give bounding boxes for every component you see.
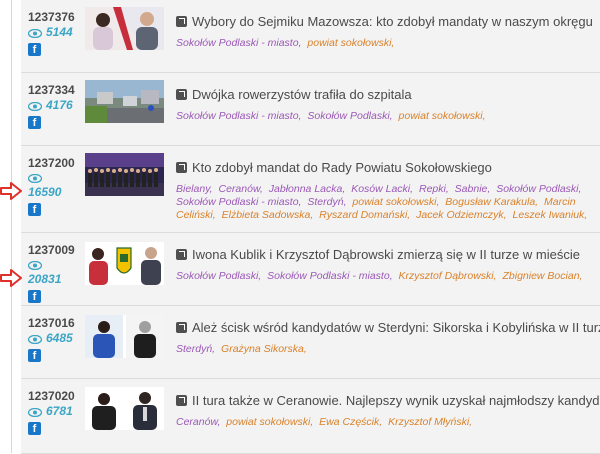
eye-icon — [28, 28, 42, 38]
view-count: 6781 — [46, 404, 73, 418]
article-id: 1237016 — [28, 316, 75, 330]
article-title: Kto zdobył mandat do Rady Powiatu Sokoło… — [192, 160, 492, 175]
external-link-icon — [176, 16, 187, 27]
facebook-share-button[interactable]: f — [28, 290, 41, 303]
article-id: 1237334 — [28, 83, 75, 97]
eye-icon — [28, 334, 42, 344]
article-row: 1237020 6781 f II tura także w Ceranowie… — [21, 379, 600, 454]
article-title: Ależ ścisk wśród kandydatów w Sterdyni: … — [192, 320, 600, 335]
facebook-share-button[interactable]: f — [28, 203, 41, 216]
eye-icon — [28, 101, 42, 111]
view-count: 4176 — [46, 98, 73, 112]
article-title-link[interactable]: Iwona Kublik i Krzysztof Dąbrowski zmier… — [176, 247, 596, 263]
tag-link[interactable]: Jabłonna Lacka, — [269, 183, 345, 195]
article-title-link[interactable]: II tura także w Ceranowie. Najlepszy wyn… — [176, 393, 600, 409]
tag-link[interactable]: Sokołów Podlaski, — [496, 183, 581, 195]
facebook-share-button[interactable]: f — [28, 349, 41, 362]
tag-link[interactable]: powiat sokołowski, — [352, 196, 439, 208]
left-divider — [11, 0, 12, 453]
article-id: 1237200 — [28, 156, 75, 170]
tag-link[interactable]: Krzysztof Dąbrowski, — [399, 270, 497, 282]
tag-link[interactable]: Ryszard Domański, — [319, 209, 410, 221]
tag-link[interactable]: Sterdyń, — [176, 343, 215, 355]
tag-link[interactable]: Sokołów Podlaski - miasto, — [267, 270, 392, 282]
article-id: 1237009 — [28, 243, 75, 257]
tag-link[interactable]: Elżbieta Sadowska, — [222, 209, 314, 221]
external-link-icon — [176, 249, 187, 260]
article-meta: 1237376 5144 f — [28, 10, 88, 58]
article-thumbnail[interactable] — [85, 153, 164, 196]
tag-link[interactable]: Leszek Iwaniuk, — [513, 209, 588, 221]
article-meta: 1237009 20831 f — [28, 243, 88, 305]
tag-link[interactable]: Bielany, — [176, 183, 213, 195]
tag-link[interactable]: Jacek Odziemczyk, — [416, 209, 506, 221]
tag-link[interactable]: Zbigniew Bocian, — [502, 270, 582, 282]
tag-link[interactable]: Sterdyń, — [307, 196, 346, 208]
article-meta: 1237334 4176 f — [28, 83, 88, 131]
external-link-icon — [176, 395, 187, 406]
article-tags: Bielany, Ceranów, Jabłonna Lacka, Kosów … — [176, 183, 596, 222]
red-arrow-icon — [0, 182, 22, 200]
tag-link[interactable]: Sokołów Podlaski - miasto, — [176, 196, 301, 208]
article-id: 1237376 — [28, 10, 75, 24]
article-row: 1237009 20831 f Iwona Kublik i Krzysztof… — [21, 233, 600, 306]
article-tags: Sokołów Podlaski, Sokołów Podlaski - mia… — [176, 270, 596, 283]
facebook-share-button[interactable]: f — [28, 43, 41, 56]
view-count: 16590 — [28, 185, 62, 199]
tag-link[interactable]: Ceranów, — [219, 183, 263, 195]
tag-link[interactable]: Grażyna Sikorska, — [221, 343, 307, 355]
article-row: 1237376 5144 f Wybory do Sejmiku Mazowsz… — [21, 0, 600, 73]
article-tags: Sokołów Podlaski - miasto, powiat sokoło… — [176, 37, 596, 50]
article-meta: 1237020 6781 f — [28, 389, 88, 437]
eye-icon — [28, 261, 42, 270]
facebook-share-button[interactable]: f — [28, 116, 41, 129]
article-title: Dwójka rowerzystów trafiła do szpitala — [192, 87, 412, 102]
article-title-link[interactable]: Dwójka rowerzystów trafiła do szpitala — [176, 87, 596, 103]
tag-link[interactable]: Krzysztof Młyński, — [388, 416, 472, 428]
article-title: Iwona Kublik i Krzysztof Dąbrowski zmier… — [192, 247, 580, 262]
tag-link[interactable]: Bogusław Karakula, — [445, 196, 538, 208]
tag-link[interactable]: Ewa Częścik, — [319, 416, 382, 428]
red-arrow-icon — [0, 269, 22, 287]
view-count: 6485 — [46, 331, 73, 345]
facebook-share-button[interactable]: f — [28, 422, 41, 435]
view-count: 20831 — [28, 272, 62, 286]
article-title-link[interactable]: Ależ ścisk wśród kandydatów w Sterdyni: … — [176, 320, 600, 336]
article-tags: Sterdyń, Grażyna Sikorska, — [176, 343, 596, 356]
external-link-icon — [176, 89, 187, 100]
external-link-icon — [176, 162, 187, 173]
tag-link[interactable]: Sokołów Podlaski - miasto, — [176, 110, 301, 122]
article-meta: 1237200 16590 f — [28, 156, 88, 218]
article-title: Wybory do Sejmiku Mazowsza: kto zdobył m… — [192, 14, 593, 29]
article-id: 1237020 — [28, 389, 75, 403]
tag-link[interactable]: powiat sokołowski, — [307, 37, 394, 49]
article-row: 1237200 16590 f Kto zdobył mandat do Rad… — [21, 146, 600, 233]
tag-link[interactable]: Repki, — [419, 183, 449, 195]
external-link-icon — [176, 322, 187, 333]
article-tags: Ceranów, powiat sokołowski, Ewa Częścik,… — [176, 416, 596, 429]
tag-link[interactable]: Ceranów, — [176, 416, 220, 428]
article-title-link[interactable]: Kto zdobył mandat do Rady Powiatu Sokoło… — [176, 160, 596, 176]
tag-link[interactable]: Kosów Lacki, — [351, 183, 413, 195]
article-thumbnail[interactable] — [85, 387, 164, 430]
article-title-link[interactable]: Wybory do Sejmiku Mazowsza: kto zdobył m… — [176, 14, 596, 30]
tag-link[interactable]: Sabnie, — [455, 183, 491, 195]
article-row: 1237016 6485 f Ależ ścisk wśród kandydat… — [21, 306, 600, 379]
article-thumbnail[interactable] — [85, 80, 164, 123]
tag-link[interactable]: Sokołów Podlaski, — [307, 110, 392, 122]
article-row: 1237334 4176 f Dwójka rowerzystów trafił… — [21, 73, 600, 146]
eye-icon — [28, 174, 42, 183]
eye-icon — [28, 407, 42, 417]
article-title: II tura także w Ceranowie. Najlepszy wyn… — [192, 393, 600, 408]
article-meta: 1237016 6485 f — [28, 316, 88, 364]
view-count: 5144 — [46, 25, 73, 39]
tag-link[interactable]: Sokołów Podlaski, — [176, 270, 261, 282]
article-thumbnail[interactable] — [85, 7, 164, 50]
tag-link[interactable]: Sokołów Podlaski - miasto, — [176, 37, 301, 49]
tag-link[interactable]: powiat sokołowski, — [399, 110, 486, 122]
article-tags: Sokołów Podlaski - miasto, Sokołów Podla… — [176, 110, 596, 123]
article-thumbnail[interactable] — [85, 242, 164, 285]
tag-link[interactable]: powiat sokołowski, — [226, 416, 313, 428]
article-thumbnail[interactable] — [85, 315, 164, 358]
